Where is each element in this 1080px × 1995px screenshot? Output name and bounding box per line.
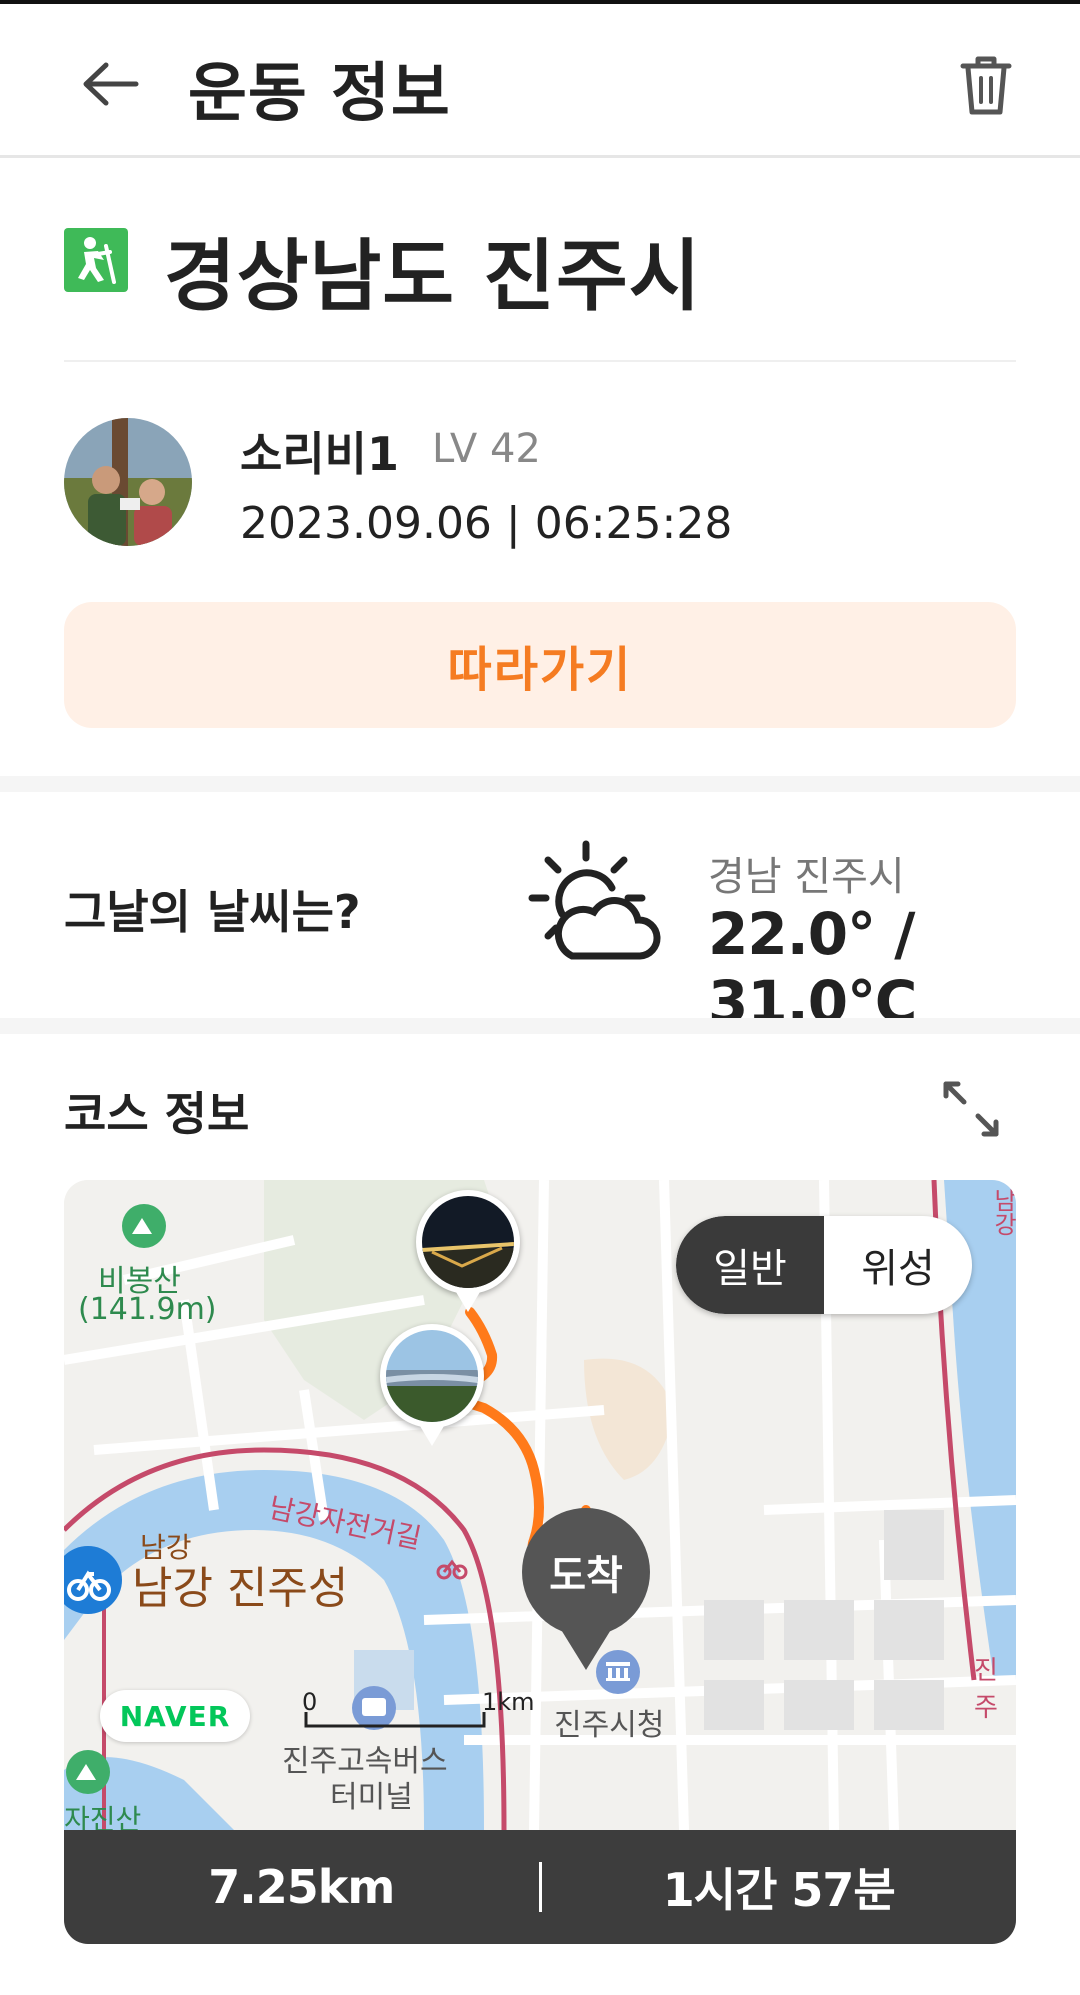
map-scale-km: 1km [482,1688,535,1716]
map-label-fortress: 남강 진주성 [132,1563,349,1614]
map-type-normal[interactable]: 일반 [676,1216,824,1314]
expand-icon[interactable] [940,1078,1002,1140]
map-label-right-edge: 진주 [974,1656,998,1723]
photo-thumbnail [422,1196,514,1288]
arrival-pin[interactable]: 도착 [522,1508,650,1670]
page-title: 운동 정보 [188,57,451,131]
map-scale-zero: 0 [302,1688,318,1716]
trash-icon [960,56,1012,115]
follow-button[interactable]: 따라가기 [64,602,1016,728]
duration-value: 1시간 57분 [662,1863,896,1917]
naver-logo: NAVER [100,1690,250,1742]
map-label-bottom-left: 자진산 [64,1803,142,1830]
photo-pin[interactable] [380,1324,484,1446]
divider [64,360,1016,362]
hiking-icon [64,228,128,292]
map-label-mountain-height: (141.9m) [78,1292,217,1327]
map-type-toggle[interactable]: 일반 위성 [676,1216,972,1314]
map-type-satellite[interactable]: 위성 [824,1216,972,1314]
map-label-bus-terminal-2: 터미널 [330,1780,413,1815]
activity-datetime: 2023.09.06 | 06:25:28 [240,498,733,549]
section-divider [0,776,1080,792]
user-name: 소리비1 [240,427,399,481]
avatar[interactable] [64,418,192,546]
app-header: 운동 정보 [0,4,1080,158]
user-level: LV 42 [432,426,541,472]
map-label-vertical-road: 남강 [989,1188,1016,1236]
map-label-city-hall: 진주시청 [554,1708,665,1743]
back-button[interactable] [72,46,148,122]
location-title: 경상남도 진주시 [164,232,702,322]
follow-button-label: 따라가기 [447,642,633,698]
arrival-label: 도착 [549,1553,623,1599]
course-stats-bar: 7.25km 1시간 57분 [64,1830,1016,1944]
arrow-left-icon [83,62,139,106]
photo-thumbnail [386,1330,478,1422]
course-title: 코스 정보 [64,1087,250,1141]
course-map[interactable]: 비봉산 (141.9m) 남강자전거길 남강 남강 진주성 진주시청 진주고속버… [64,1180,1016,1830]
weather-temperature: 22.0° / 31.0℃ [708,900,917,1036]
distance-value: 7.25km [208,1860,395,1914]
partly-cloudy-icon [528,840,661,960]
photo-pin[interactable] [416,1190,520,1312]
weather-question: 그날의 날씨는? [64,885,361,939]
delete-button[interactable] [948,46,1024,126]
weather-location: 경남 진주시 [708,854,905,900]
section-divider [0,1018,1080,1034]
